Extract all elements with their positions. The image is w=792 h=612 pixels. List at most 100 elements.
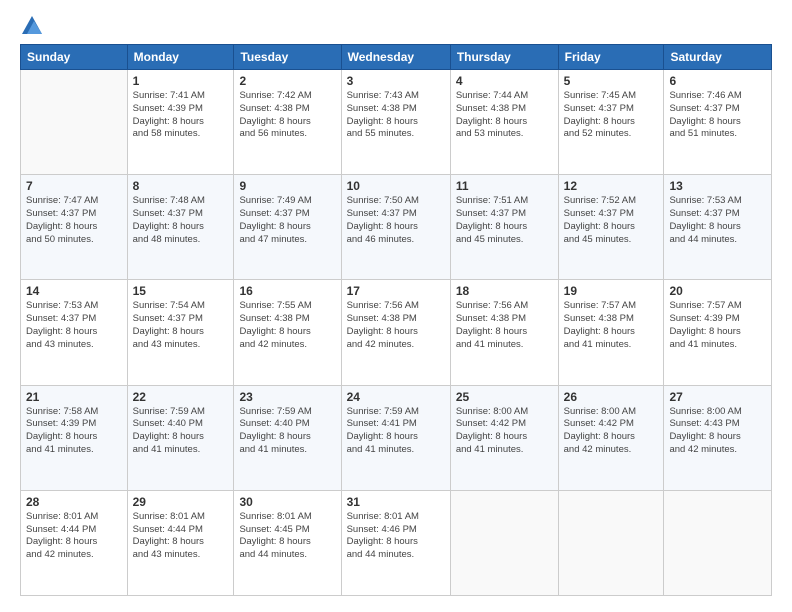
day-info: Sunrise: 7:56 AMSunset: 4:38 PMDaylight:… [456, 300, 553, 351]
day-info: Sunrise: 7:59 AMSunset: 4:41 PMDaylight:… [347, 406, 445, 457]
calendar-cell: 9 Sunrise: 7:49 AMSunset: 4:37 PMDaylight… [234, 175, 341, 280]
logo-icon [22, 16, 42, 34]
calendar-cell: 17Sunrise: 7:56 AMSunset: 4:38 PMDayligh… [341, 280, 450, 385]
day-info: Sunrise: 7:51 AMSunset: 4:37 PMDaylight:… [456, 195, 553, 246]
calendar-cell: 16 Sunrise: 7:55 AMSunset: 4:38 PMDayligh… [234, 280, 341, 385]
day-info: Sunrise: 7:57 AMSunset: 4:39 PMDaylight:… [669, 300, 766, 351]
calendar-cell [664, 490, 772, 595]
day-info: Sunrise: 7:58 AMSunset: 4:39 PMDaylight:… [26, 406, 122, 457]
day-info: Sunrise: 7:50 AMSunset: 4:37 PMDaylight:… [347, 195, 445, 246]
day-number: 19 [564, 284, 659, 298]
calendar-cell: 4 Sunrise: 7:44 AMSunset: 4:38 PMDaylight… [450, 70, 558, 175]
day-number: 10 [347, 179, 445, 193]
day-info: Sunrise: 8:00 AMSunset: 4:42 PMDaylight:… [456, 406, 553, 457]
logo [20, 16, 42, 34]
day-info: Sunrise: 7:59 AMSunset: 4:40 PMDaylight:… [239, 406, 335, 457]
day-number: 3 [347, 74, 445, 88]
day-info: Sunrise: 7:59 AMSunset: 4:40 PMDaylight:… [133, 406, 229, 457]
day-number: 20 [669, 284, 766, 298]
day-info: Sunrise: 8:00 AMSunset: 4:43 PMDaylight:… [669, 406, 766, 457]
day-info: Sunrise: 7:48 AMSunset: 4:37 PMDaylight:… [133, 195, 229, 246]
calendar-cell: 25 Sunrise: 8:00 AMSunset: 4:42 PMDayligh… [450, 385, 558, 490]
day-number: 30 [239, 495, 335, 509]
calendar-cell: 11 Sunrise: 7:51 AMSunset: 4:37 PMDayligh… [450, 175, 558, 280]
day-number: 13 [669, 179, 766, 193]
calendar-cell: 19 Sunrise: 7:57 AMSunset: 4:38 PMDayligh… [558, 280, 664, 385]
day-number: 5 [564, 74, 659, 88]
calendar-cell: 26 Sunrise: 8:00 AMSunset: 4:42 PMDayligh… [558, 385, 664, 490]
calendar-cell: 2Sunrise: 7:42 AMSunset: 4:38 PMDaylight… [234, 70, 341, 175]
day-number: 8 [133, 179, 229, 193]
calendar-header-row: SundayMondayTuesdayWednesdayThursdayFrid… [21, 45, 772, 70]
day-number: 23 [239, 390, 335, 404]
day-number: 12 [564, 179, 659, 193]
calendar-week-4: 21 Sunrise: 7:58 AMSunset: 4:39 PMDayligh… [21, 385, 772, 490]
day-number: 24 [347, 390, 445, 404]
day-number: 14 [26, 284, 122, 298]
calendar-cell: 13 Sunrise: 7:53 AMSunset: 4:37 PMDayligh… [664, 175, 772, 280]
day-info: Sunrise: 7:55 AMSunset: 4:38 PMDaylight:… [239, 300, 335, 351]
day-info: Sunrise: 7:57 AMSunset: 4:38 PMDaylight:… [564, 300, 659, 351]
calendar-cell: 6Sunrise: 7:46 AMSunset: 4:37 PMDaylight… [664, 70, 772, 175]
calendar-cell: 22 Sunrise: 7:59 AMSunset: 4:40 PMDayligh… [127, 385, 234, 490]
day-number: 9 [239, 179, 335, 193]
calendar-cell: 18Sunrise: 7:56 AMSunset: 4:38 PMDayligh… [450, 280, 558, 385]
day-number: 11 [456, 179, 553, 193]
calendar-cell: 15 Sunrise: 7:54 AMSunset: 4:37 PMDayligh… [127, 280, 234, 385]
day-number: 27 [669, 390, 766, 404]
day-info: Sunrise: 7:56 AMSunset: 4:38 PMDaylight:… [347, 300, 445, 351]
day-number: 28 [26, 495, 122, 509]
day-info: Sunrise: 8:01 AMSunset: 4:45 PMDaylight:… [239, 511, 335, 562]
day-number: 25 [456, 390, 553, 404]
calendar-cell: 31Sunrise: 8:01 AMSunset: 4:46 PMDayligh… [341, 490, 450, 595]
calendar-cell: 10 Sunrise: 7:50 AMSunset: 4:37 PMDayligh… [341, 175, 450, 280]
day-info: Sunrise: 8:01 AMSunset: 4:44 PMDaylight:… [26, 511, 122, 562]
calendar-cell: 30 Sunrise: 8:01 AMSunset: 4:45 PMDayligh… [234, 490, 341, 595]
calendar-cell: 21 Sunrise: 7:58 AMSunset: 4:39 PMDayligh… [21, 385, 128, 490]
day-info: Sunrise: 7:43 AMSunset: 4:38 PMDaylight:… [347, 90, 445, 141]
day-number: 16 [239, 284, 335, 298]
day-header-sunday: Sunday [21, 45, 128, 70]
calendar-cell: 23 Sunrise: 7:59 AMSunset: 4:40 PMDayligh… [234, 385, 341, 490]
calendar-cell: 29Sunrise: 8:01 AMSunset: 4:44 PMDayligh… [127, 490, 234, 595]
day-number: 1 [133, 74, 229, 88]
day-info: Sunrise: 7:52 AMSunset: 4:37 PMDaylight:… [564, 195, 659, 246]
day-number: 31 [347, 495, 445, 509]
day-info: Sunrise: 7:42 AMSunset: 4:38 PMDaylight:… [239, 90, 335, 141]
day-info: Sunrise: 7:49 AMSunset: 4:37 PMDaylight:… [239, 195, 335, 246]
day-number: 4 [456, 74, 553, 88]
day-header-tuesday: Tuesday [234, 45, 341, 70]
calendar-cell: 14 Sunrise: 7:53 AMSunset: 4:37 PMDayligh… [21, 280, 128, 385]
day-info: Sunrise: 7:44 AMSunset: 4:38 PMDaylight:… [456, 90, 553, 141]
day-header-saturday: Saturday [664, 45, 772, 70]
calendar-cell: 1 Sunrise: 7:41 AMSunset: 4:39 PMDaylight… [127, 70, 234, 175]
calendar-cell [558, 490, 664, 595]
day-info: Sunrise: 7:54 AMSunset: 4:37 PMDaylight:… [133, 300, 229, 351]
day-header-wednesday: Wednesday [341, 45, 450, 70]
day-info: Sunrise: 7:46 AMSunset: 4:37 PMDaylight:… [669, 90, 766, 141]
calendar-table: SundayMondayTuesdayWednesdayThursdayFrid… [20, 44, 772, 596]
calendar-cell: 28 Sunrise: 8:01 AMSunset: 4:44 PMDayligh… [21, 490, 128, 595]
day-info: Sunrise: 7:41 AMSunset: 4:39 PMDaylight:… [133, 90, 229, 141]
day-info: Sunrise: 7:53 AMSunset: 4:37 PMDaylight:… [26, 300, 122, 351]
day-number: 29 [133, 495, 229, 509]
day-info: Sunrise: 8:00 AMSunset: 4:42 PMDaylight:… [564, 406, 659, 457]
page: SundayMondayTuesdayWednesdayThursdayFrid… [0, 0, 792, 612]
calendar-cell [450, 490, 558, 595]
day-number: 15 [133, 284, 229, 298]
day-header-thursday: Thursday [450, 45, 558, 70]
calendar-cell: 7 Sunrise: 7:47 AMSunset: 4:37 PMDaylight… [21, 175, 128, 280]
logo-text [20, 16, 42, 34]
day-number: 21 [26, 390, 122, 404]
calendar-cell: 27 Sunrise: 8:00 AMSunset: 4:43 PMDayligh… [664, 385, 772, 490]
day-number: 7 [26, 179, 122, 193]
day-number: 26 [564, 390, 659, 404]
calendar-cell: 20 Sunrise: 7:57 AMSunset: 4:39 PMDayligh… [664, 280, 772, 385]
day-info: Sunrise: 7:47 AMSunset: 4:37 PMDaylight:… [26, 195, 122, 246]
day-number: 22 [133, 390, 229, 404]
calendar-cell: 12 Sunrise: 7:52 AMSunset: 4:37 PMDayligh… [558, 175, 664, 280]
header [20, 16, 772, 34]
day-info: Sunrise: 7:53 AMSunset: 4:37 PMDaylight:… [669, 195, 766, 246]
calendar-cell: 24 Sunrise: 7:59 AMSunset: 4:41 PMDayligh… [341, 385, 450, 490]
calendar-week-2: 7 Sunrise: 7:47 AMSunset: 4:37 PMDaylight… [21, 175, 772, 280]
